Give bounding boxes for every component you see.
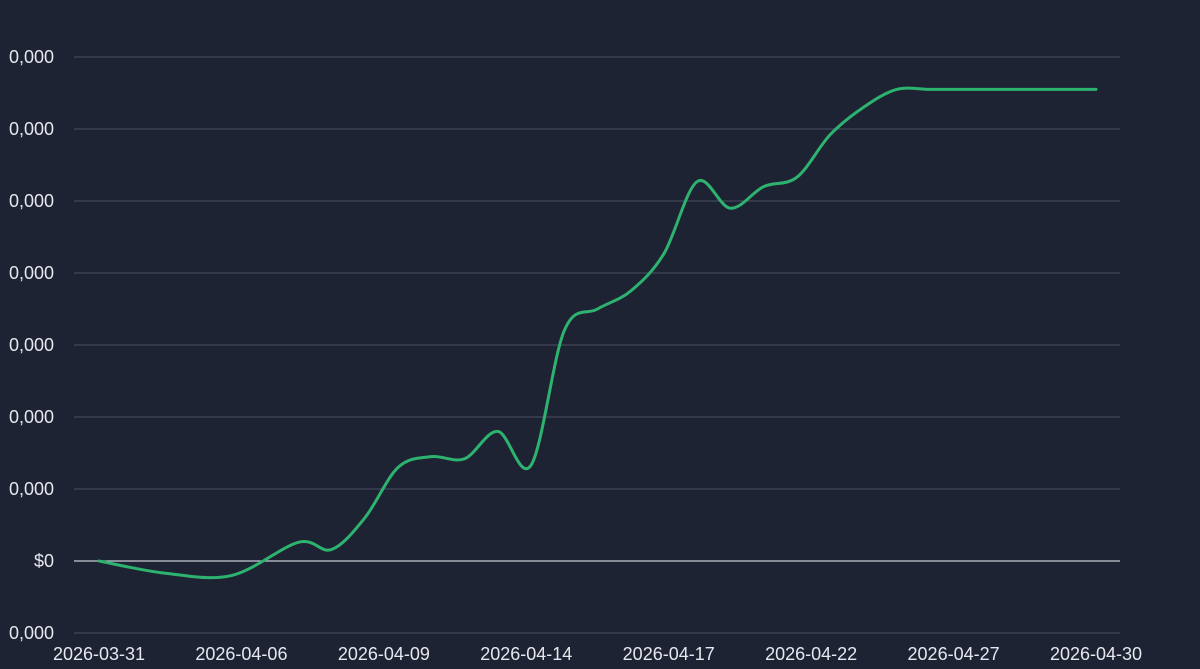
line-chart: 0,000 $0 0,000 0,000 0,000 0,000 0,000 0,000 0,0…	[9, 47, 1142, 664]
x-tick-label: 2026-04-14	[480, 644, 572, 664]
y-tick-label: 0,000	[9, 263, 54, 283]
x-tick-label: 2026-04-17	[623, 644, 715, 664]
x-tick-label: 2026-04-27	[908, 644, 1000, 664]
series-line	[97, 86, 1098, 580]
x-tick-label: 2026-04-22	[765, 644, 857, 664]
x-tick-label: 2026-04-09	[338, 644, 430, 664]
y-tick-label: 0,000	[9, 479, 54, 499]
y-tick-label: 0,000	[9, 407, 54, 427]
y-tick-label: $0	[34, 551, 54, 571]
x-tick-label: 2026-04-06	[195, 644, 287, 664]
y-tick-label: 0,000	[9, 119, 54, 139]
y-tick-label: 0,000	[9, 191, 54, 211]
chart-container: 0,000 $0 0,000 0,000 0,000 0,000 0,000 0,000 0,0…	[0, 0, 1200, 669]
y-tick-label: 0,000	[9, 623, 54, 643]
x-tick-label: 2026-03-31	[53, 644, 145, 664]
y-tick-label: 0,000	[9, 47, 54, 67]
x-tick-label: 2026-04-30	[1050, 644, 1142, 664]
y-tick-label: 0,000	[9, 335, 54, 355]
